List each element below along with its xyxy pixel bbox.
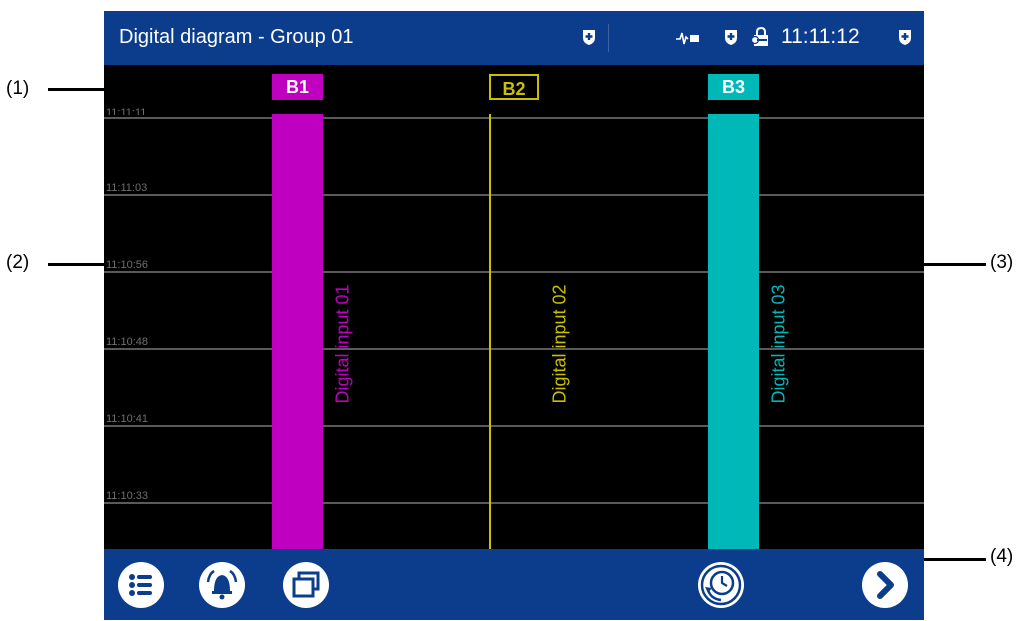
alarm-bell-icon	[206, 569, 238, 600]
digital-diagram-plot: 11:11:11 11:11:03 11:10:56 11:10:48 11:1…	[104, 65, 924, 549]
alarm-button[interactable]	[199, 562, 245, 608]
channel-badge-b3[interactable]: B3	[708, 74, 759, 100]
grid-line	[104, 425, 924, 427]
callout-3: (3)	[990, 252, 1014, 273]
channel-badge-b1[interactable]: B1	[272, 74, 323, 100]
callout-1: (1)	[6, 78, 30, 99]
title-divider	[608, 24, 609, 52]
windows-button[interactable]	[283, 562, 329, 608]
shield-plus-icon[interactable]	[724, 29, 738, 51]
grid-line	[104, 271, 924, 273]
grid-line	[104, 348, 924, 350]
bottom-toolbar	[104, 549, 924, 620]
time-label: 11:10:56	[106, 259, 149, 271]
channel-badge-b2[interactable]: B2	[489, 74, 539, 100]
windows-icon	[292, 571, 320, 598]
history-clock-icon	[700, 564, 742, 606]
lock-key-icon[interactable]	[749, 26, 775, 52]
channel-2-trace	[489, 114, 491, 549]
time-label: 11:10:33	[106, 490, 149, 502]
time-label: 11:10:48	[106, 336, 149, 348]
channel-1-trace	[272, 114, 323, 549]
signal-icon	[676, 31, 700, 50]
grid-line	[104, 117, 924, 119]
next-button[interactable]	[862, 562, 908, 608]
history-button[interactable]	[698, 562, 744, 608]
shield-plus-icon[interactable]	[582, 29, 596, 51]
next-arrow-icon	[877, 571, 894, 599]
time-label: 11:11:11	[106, 107, 147, 115]
callout-4: (4)	[990, 546, 1014, 567]
title-bar: Digital diagram - Group 01 11:11:12	[104, 11, 924, 65]
grid-line	[104, 194, 924, 196]
time-label: 11:11:03	[106, 182, 148, 194]
channel-3-trace	[708, 114, 759, 549]
page-title: Digital diagram - Group 01	[119, 26, 354, 48]
device-screen: Digital diagram - Group 01 11:11:12 11:1…	[104, 11, 924, 620]
shield-plus-icon[interactable]	[898, 29, 912, 51]
callout-2: (2)	[6, 252, 30, 273]
menu-list-icon	[129, 574, 152, 596]
menu-button[interactable]	[118, 562, 164, 608]
grid-line	[104, 502, 924, 504]
time-label: 11:10:41	[106, 413, 149, 425]
clock-time: 11:11:12	[781, 25, 860, 48]
